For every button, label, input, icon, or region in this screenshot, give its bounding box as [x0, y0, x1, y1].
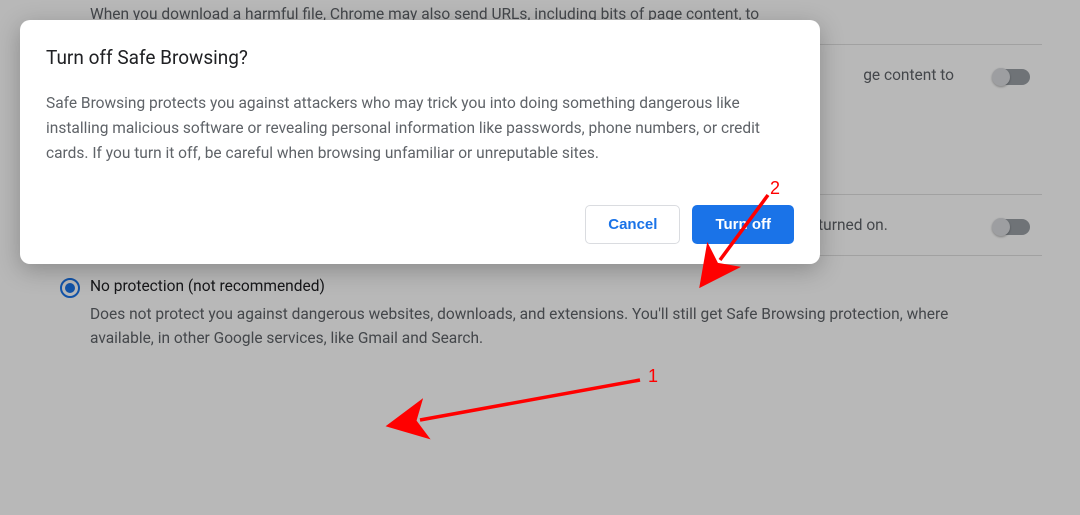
cancel-button[interactable]: Cancel: [585, 205, 680, 244]
dialog-title: Turn off Safe Browsing?: [46, 46, 794, 69]
dialog-body: Safe Browsing protects you against attac…: [46, 91, 794, 165]
turn-off-button[interactable]: Turn off: [692, 205, 794, 244]
turn-off-safe-browsing-dialog: Turn off Safe Browsing? Safe Browsing pr…: [20, 20, 820, 264]
dialog-actions: Cancel Turn off: [46, 205, 794, 244]
